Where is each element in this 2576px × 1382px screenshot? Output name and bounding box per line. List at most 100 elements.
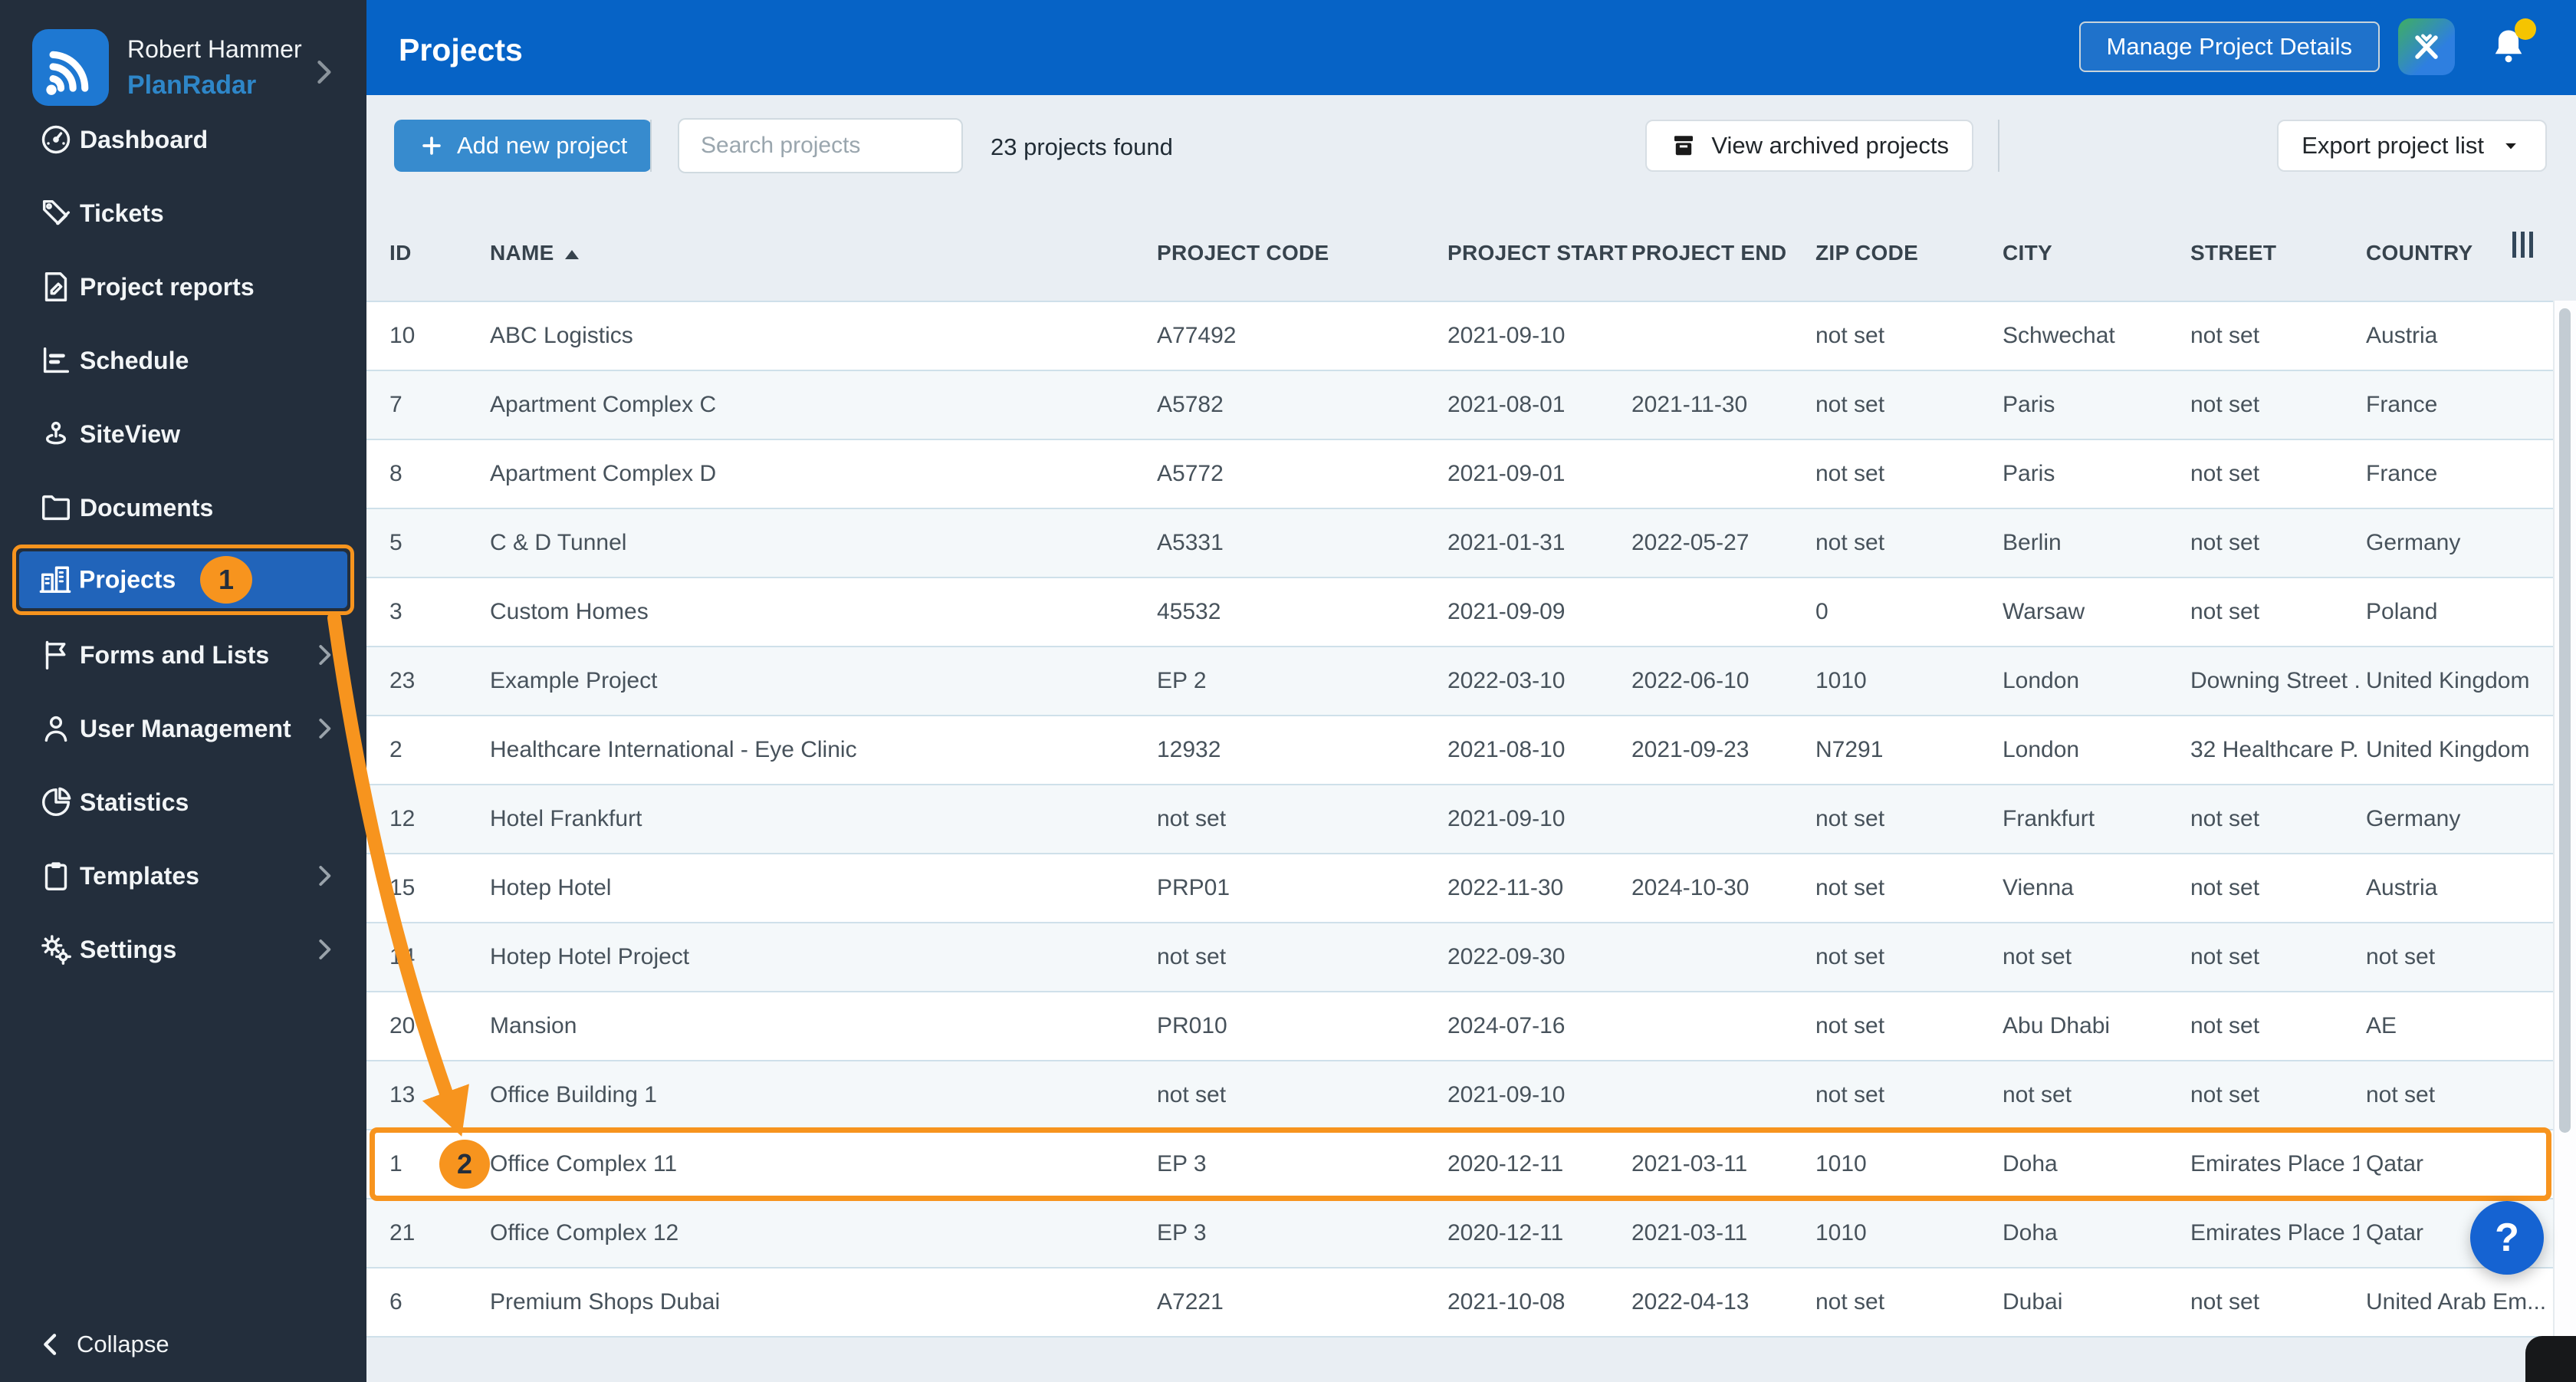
view-archived-projects-button[interactable]: View archived projects <box>1645 120 1973 172</box>
sidebar-item-user-management[interactable]: User Management <box>0 692 366 765</box>
table-row[interactable]: 20 Mansion PR010 2024-07-16 not set Abu Dhabi… <box>366 992 2555 1061</box>
sidebar-collapse-button[interactable]: Collapse <box>0 1318 366 1371</box>
user-name: Robert Hammer <box>127 35 302 63</box>
vertical-scrollbar[interactable] <box>2553 301 2576 1339</box>
table-row[interactable]: 12 Hotel Frankfurt not set 2021-09-10 not se… <box>366 785 2555 854</box>
column-header-country[interactable]: COUNTRY <box>2366 241 2473 265</box>
cell-name: Premium Shops Dubai <box>490 1289 721 1315</box>
sidebar-item-label: Tickets <box>80 199 164 227</box>
table-row[interactable]: 6 Premium Shops Dubai A7221 2021-10-08 2022-… <box>366 1268 2555 1338</box>
table-row[interactable]: 14 Hotep Hotel Project not set 2022-09-30 no… <box>366 923 2555 992</box>
cell-city: Doha <box>2003 1220 2058 1245</box>
sidebar-item-projects[interactable]: Projects 1 <box>12 545 354 615</box>
sidebar-item-tickets[interactable]: Tickets <box>0 176 366 250</box>
cell-city: Schwechat <box>2003 323 2115 348</box>
column-settings-icon[interactable] <box>2512 232 2533 258</box>
sidebar-item-dashboard[interactable]: Dashboard <box>0 103 366 176</box>
column-header-end[interactable]: PROJECT END <box>1631 241 1786 265</box>
sidebar-item-schedule[interactable]: Schedule <box>0 324 366 397</box>
help-button[interactable]: ? <box>2470 1201 2544 1275</box>
column-header-code[interactable]: PROJECT CODE <box>1157 241 1329 265</box>
planradar-connect-button[interactable] <box>2398 18 2455 75</box>
chevron-right-icon <box>310 714 339 743</box>
cell-end: 2022-06-10 <box>1631 668 1750 693</box>
cell-name: C & D Tunnel <box>490 530 627 555</box>
sidebar-item-label: SiteView <box>80 420 181 448</box>
cell-start: 2021-09-01 <box>1447 461 1566 486</box>
table-row[interactable]: 21 Office Complex 12 EP 3 2020-12-11 2021-03… <box>366 1199 2555 1268</box>
cell-code: not set <box>1157 944 1227 969</box>
cell-id: 10 <box>389 323 416 348</box>
sidebar-item-label: Forms and Lists <box>80 640 270 669</box>
flag-icon <box>38 637 74 673</box>
cell-city: Berlin <box>2003 530 2062 555</box>
column-header-zip[interactable]: ZIP CODE <box>1815 241 1918 265</box>
sort-ascending-icon <box>564 249 579 259</box>
cell-street: 32 Healthcare P... <box>2190 737 2359 762</box>
column-header-id[interactable]: ID <box>389 241 412 265</box>
sidebar-item-settings[interactable]: Settings <box>0 913 366 986</box>
sidebar-item-project-reports[interactable]: Project reports <box>0 250 366 324</box>
cell-id: 12 <box>389 806 416 831</box>
table-row[interactable]: 5 C & D Tunnel A5331 2021-01-31 2022-05-27 no… <box>366 509 2555 578</box>
column-header-name[interactable]: NAME <box>490 241 579 265</box>
notifications-button[interactable] <box>2487 18 2536 71</box>
export-project-list-button[interactable]: Export project list <box>2277 120 2547 172</box>
table-row[interactable]: 23 Example Project EP 2 2022-03-10 2022-06-1… <box>366 647 2555 716</box>
cell-id: 20 <box>389 1013 416 1038</box>
cell-end: 2022-04-13 <box>1631 1289 1750 1315</box>
cell-country: Poland <box>2366 599 2438 624</box>
sidebar-item-label: Schedule <box>80 346 189 374</box>
table-row[interactable]: 8 Apartment Complex D A5772 2021-09-01 not s… <box>366 440 2555 509</box>
cell-name: Mansion <box>490 1013 577 1038</box>
cell-start: 2024-07-16 <box>1447 1013 1566 1038</box>
add-new-project-button[interactable]: Add new project <box>394 120 652 172</box>
cell-street: Downing Street ... <box>2190 668 2359 693</box>
cell-street: Emirates Place 1 <box>2190 1220 2359 1245</box>
cell-code: not set <box>1157 806 1227 831</box>
table-header-row: ID NAME PROJECT CODE PROJECT START PROJECT E… <box>366 232 2555 281</box>
sidebar-item-siteview[interactable]: SiteView <box>0 397 366 471</box>
sidebar-item-documents[interactable]: Documents <box>0 471 366 545</box>
sidebar-item-statistics[interactable]: Statistics <box>0 765 366 839</box>
page-title: Projects <box>399 32 523 67</box>
cell-street: not set <box>2190 530 2260 555</box>
column-header-city[interactable]: CITY <box>2003 241 2052 265</box>
cell-start: 2021-01-31 <box>1447 530 1566 555</box>
search-input[interactable] <box>678 118 963 173</box>
cell-city: Doha <box>2003 1151 2058 1176</box>
cell-city: Abu Dhabi <box>2003 1013 2111 1038</box>
chevron-right-icon <box>310 861 339 890</box>
sidebar-item-label: Documents <box>80 493 214 522</box>
table-row[interactable]: 1 Office Complex 11 EP 3 2020-12-11 2021-03-… <box>366 1127 2555 1201</box>
step-1-badge: 1 <box>200 556 252 604</box>
toolbar-divider-2 <box>1998 120 1999 172</box>
cell-start: 2020-12-11 <box>1447 1220 1564 1245</box>
column-header-start[interactable]: PROJECT START <box>1447 241 1628 265</box>
cell-zip: not set <box>1815 944 1885 969</box>
cell-street: Emirates Place 1 <box>2190 1151 2359 1176</box>
cell-street: not set <box>2190 461 2260 486</box>
cell-name: Office Complex 11 <box>490 1151 677 1176</box>
clipboard-icon <box>38 858 74 893</box>
scrollbar-thumb[interactable] <box>2559 308 2571 1133</box>
table-row[interactable]: 2 Healthcare International - Eye Clinic 12… <box>366 716 2555 785</box>
cell-city: Warsaw <box>2003 599 2085 624</box>
cell-zip: not set <box>1815 875 1885 900</box>
table-row[interactable]: 15 Hotep Hotel PRP01 2022-11-30 2024-10-30 no… <box>366 854 2555 923</box>
column-header-street[interactable]: STREET <box>2190 241 2276 265</box>
table-row[interactable]: 7 Apartment Complex C A5782 2021-08-01 2021-… <box>366 371 2555 440</box>
table-row[interactable]: 10 ABC Logistics A77492 2021-09-10 not set Sc… <box>366 302 2555 371</box>
cell-name: Hotel Frankfurt <box>490 806 642 831</box>
gauge-icon <box>38 122 74 157</box>
sidebar-item-templates[interactable]: Templates <box>0 839 366 913</box>
view-archived-projects-label: View archived projects <box>1711 132 1949 159</box>
manage-project-details-button[interactable]: Manage Project Details <box>2078 21 2380 72</box>
cell-street: not set <box>2190 875 2260 900</box>
table-row[interactable]: 3 Custom Homes 45532 2021-09-09 0 Warsaw not s… <box>366 578 2555 647</box>
table-row[interactable]: 13 Office Building 1 not set 2021-09-10 not … <box>366 1061 2555 1130</box>
cell-code: EP 3 <box>1157 1220 1207 1245</box>
cell-code: not set <box>1157 1082 1227 1107</box>
cell-end <box>1631 302 1806 370</box>
sidebar-item-forms-and-lists[interactable]: Forms and Lists <box>0 618 366 692</box>
